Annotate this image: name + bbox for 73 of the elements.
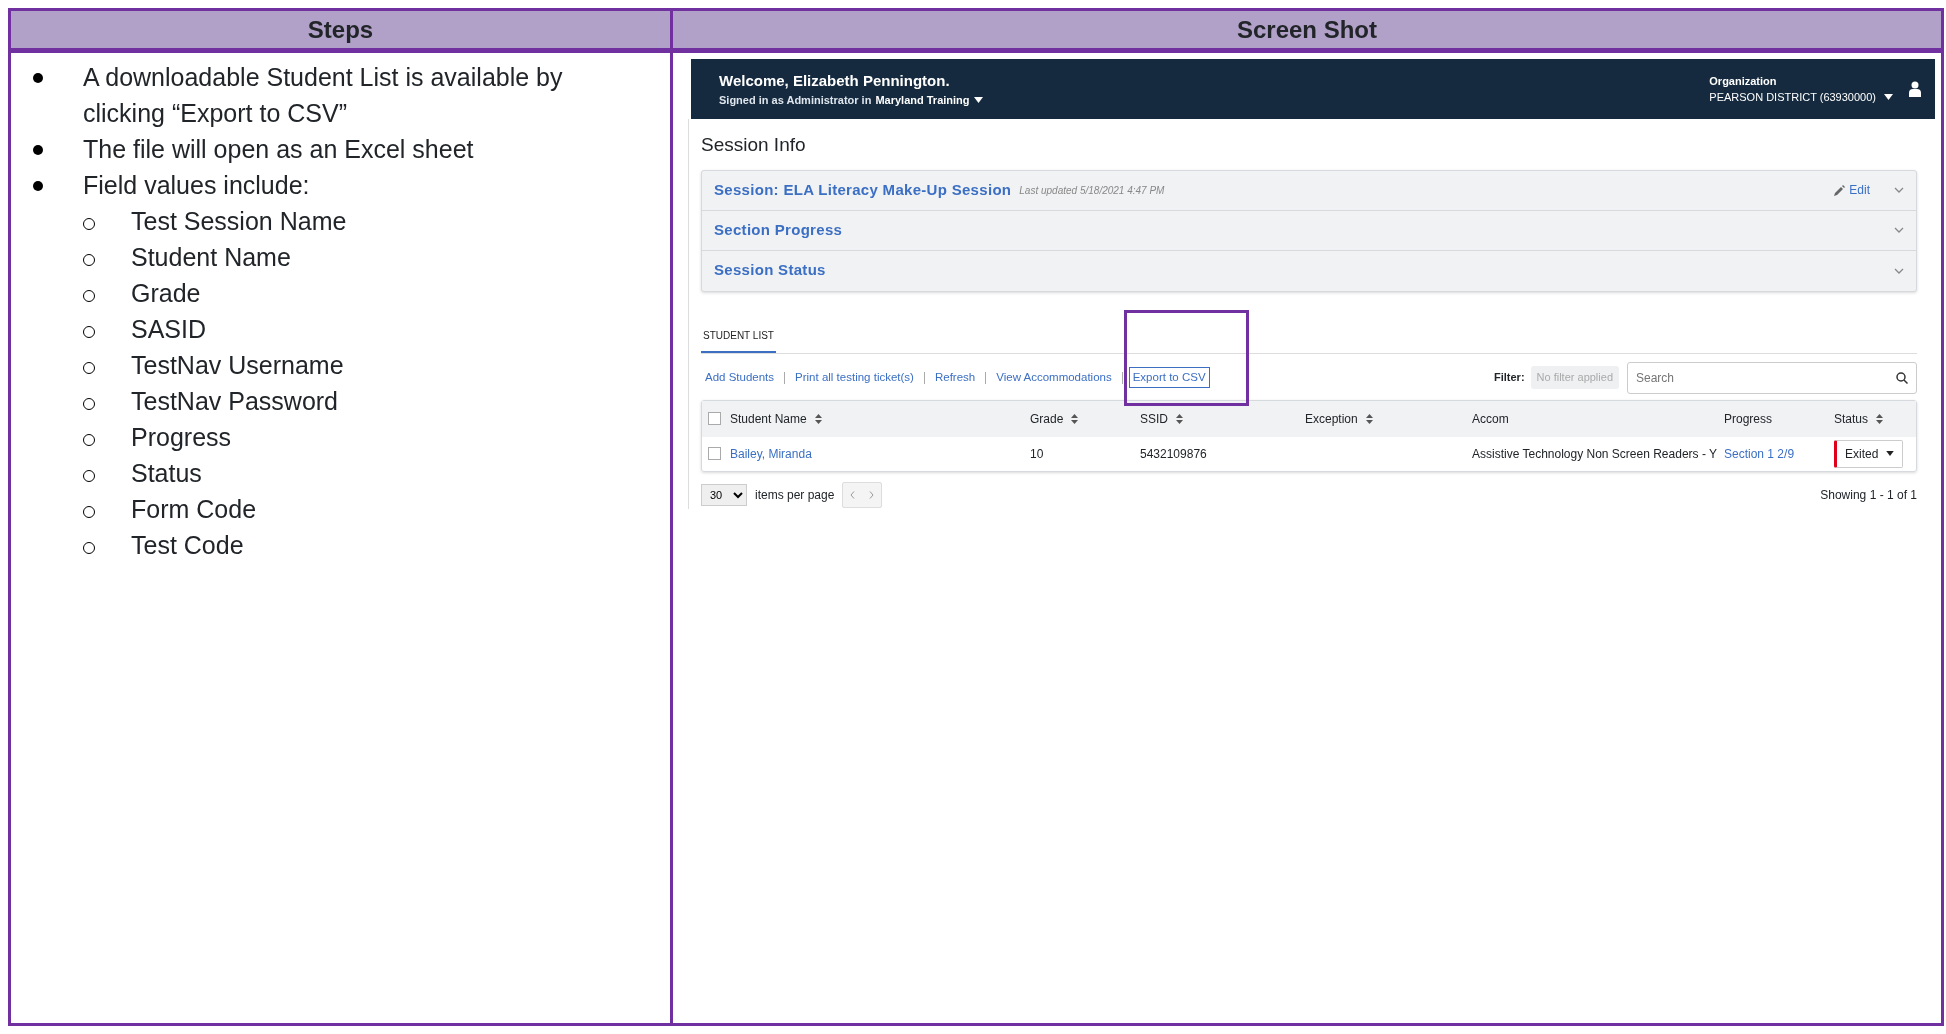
sort-icon[interactable] [1365,413,1373,424]
field-name: TestNav Password [131,387,339,415]
student-name-link[interactable]: Bailey, Miranda [730,446,812,461]
column-header[interactable]: Student Name [730,409,807,428]
chevron-down-icon[interactable] [1894,187,1904,193]
welcome-text: Welcome, Elizabeth Pennington. [719,70,951,91]
caret-icon [1886,451,1895,456]
column-header[interactable]: Status [1834,409,1869,428]
caret-icon [1884,94,1893,101]
tab[interactable]: STUDENT LIST [701,321,776,353]
column-heading: Steps [11,11,673,53]
edit-link[interactable]: Edit [1834,181,1870,199]
pencil-icon [1834,184,1846,196]
toolbar-link[interactable]: Refresh [930,366,980,389]
column-header: Accom [1472,410,1509,428]
showing-count: Showing 1 - 1 of 1 [1820,486,1917,504]
filter-value: No filter applied [1530,366,1619,389]
accordion-header[interactable]: Session: ELA Literacy Make-Up Session Last updated 5/18/2021 4:47 PM Edit [702,170,1916,211]
bullet-icon [33,181,43,191]
bullet-icon [33,145,43,155]
last-updated-text: Last updated 5/18/2021 4:47 PM [1019,183,1165,198]
user-icon[interactable] [1909,81,1921,97]
select-all-checkbox[interactable] [708,412,721,425]
training-dropdown[interactable]: Maryland Training [875,92,983,109]
chevron-down-icon[interactable] [1894,267,1904,274]
column-heading: Screen Shot [673,11,1941,53]
field-name: Test Session Name [131,207,347,235]
step-text: The file will open as an Excel sheet [83,135,474,163]
panel-title: Session Status [714,260,826,281]
sort-icon[interactable] [814,413,822,424]
filter-label: Filter: [1494,370,1525,386]
field-name: Status [131,459,202,487]
toolbar-link[interactable]: Print all testing ticket(s) [791,366,918,389]
progress-link[interactable]: Section 1 2/9 [1724,446,1795,461]
field-name: Form Code [131,495,257,523]
bullet-icon [33,73,43,83]
field-name: Grade [131,279,201,307]
table-cell: 10 [1030,446,1044,461]
table-cell: Assistive Technology Non Screen Readers - Y [1472,446,1717,461]
field-name: Test Code [131,531,244,559]
panel-title: Section Progress [714,219,843,240]
table-cell: 5432109876 [1140,446,1207,461]
column-header[interactable]: Exception [1305,409,1358,428]
column-header[interactable]: SSID [1140,409,1168,428]
column-header: Progress [1724,410,1773,428]
items-per-page-label: items per page [755,486,835,504]
step-text: Field values include: [83,171,310,199]
organization-label: Organization [1709,73,1778,89]
status-dropdown[interactable]: Exited [1834,439,1904,468]
toolbar-link[interactable]: Export to CSV [1128,366,1210,389]
search-field[interactable]: Search [1627,361,1917,394]
panel-title: Session: ELA Literacy Make-Up Session [714,179,1012,200]
field-name: Progress [131,423,232,451]
organization-dropdown[interactable]: PEARSON DISTRICT (63930000) [1709,89,1893,106]
search-icon[interactable] [1896,371,1908,384]
page-size-select[interactable]: 30 [701,483,747,506]
sort-icon[interactable] [1071,413,1079,424]
step-text: A downloadable Student List is available by clicking “Export to CSV” [83,63,563,127]
toolbar-link[interactable]: Add Students [701,366,779,389]
row-checkbox[interactable] [708,447,721,460]
field-name: SASID [131,315,207,343]
chevron-down-icon[interactable] [1894,227,1904,233]
accordion-header[interactable]: Session Status [702,250,1916,291]
caret-icon [973,97,983,104]
field-name: TestNav Username [131,351,344,379]
sort-icon[interactable] [1176,413,1183,424]
column-header[interactable]: Grade [1030,409,1064,428]
accordion-header[interactable]: Section Progress [702,210,1916,251]
sort-icon[interactable] [1876,413,1884,424]
toolbar-link[interactable]: View Accommodations [992,366,1116,389]
signed-in-text: Signed in as Administrator in [719,93,872,108]
field-name: Student Name [131,243,291,271]
page-title: Session Info [701,133,807,157]
